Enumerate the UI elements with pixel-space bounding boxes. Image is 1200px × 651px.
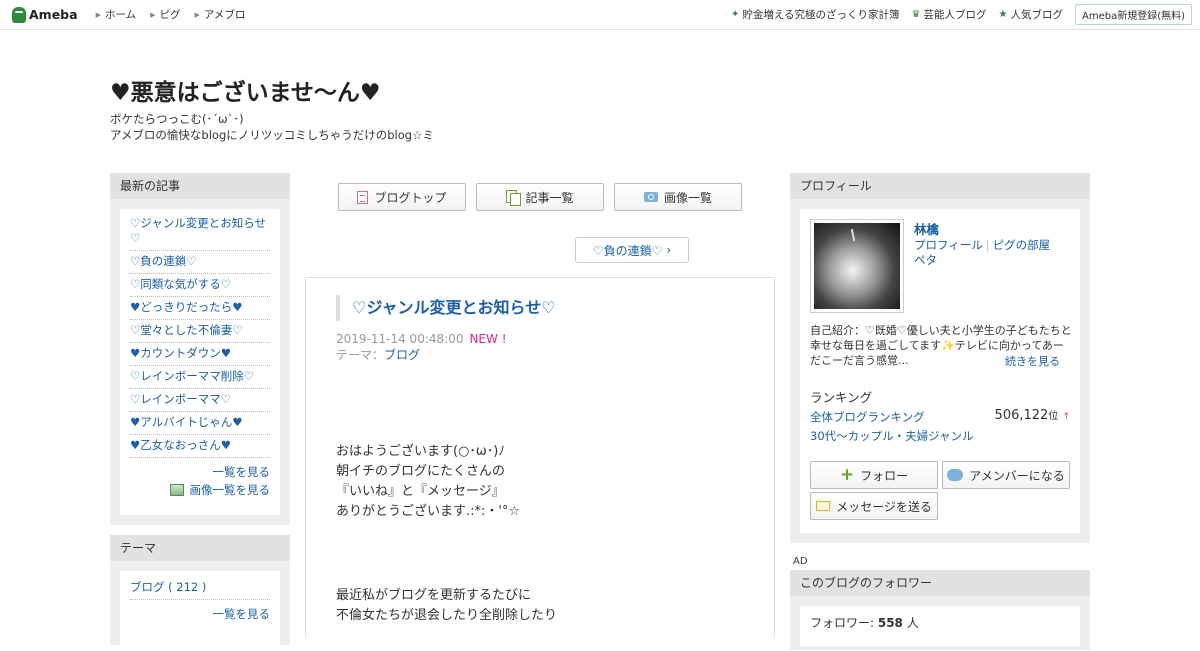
- sparkle-icon: ✦: [730, 9, 740, 20]
- profile-name[interactable]: 林檎: [914, 219, 939, 238]
- list-item: ♡レインボーママ♡: [130, 389, 270, 412]
- ameba-logo[interactable]: Ameba: [12, 6, 78, 23]
- ranking-heading: ランキング: [810, 390, 873, 405]
- theme-more-link[interactable]: 一覧を見る: [213, 607, 271, 621]
- image-list-link[interactable]: 画像一覧を見る: [190, 482, 271, 498]
- new-badge: NEW !: [469, 332, 507, 346]
- recent-entry-link[interactable]: ♥どっきりだったら♥: [130, 300, 243, 314]
- article-meta: 2019-11-14 00:48:00 NEW ! テーマ：ブログ: [336, 331, 507, 363]
- recent-entry-link[interactable]: ♡同類な気がする♡: [130, 277, 231, 291]
- global-header: Ameba ▶ ホーム ▶ ピグ ▶ アメブロ ✦ 貯金増える究極のざっくり家計簿 ♛ 芸…: [0, 0, 1200, 30]
- amember-button[interactable]: アメンバーになる: [942, 461, 1070, 489]
- list-item: ♡レインボーママ削除♡: [130, 366, 270, 389]
- overall-ranking-link[interactable]: 全体ブログランキング: [810, 410, 925, 424]
- recent-more-link[interactable]: 一覧を見る: [213, 465, 271, 479]
- recent-entries-box: 最新の記事 ♡ジャンル変更とお知らせ♡ ♡負の連鎖♡ ♡同類な気がする♡ ♥どっ…: [110, 173, 290, 525]
- camera-icon: [643, 192, 658, 202]
- overall-ranking-value: 506,122位 ↑: [994, 408, 1070, 423]
- article-title[interactable]: ♡ジャンル変更とお知らせ♡: [352, 298, 556, 317]
- list-item: ♥乙女なおっさん♥: [130, 435, 270, 458]
- theme-heading: テーマ: [110, 535, 290, 561]
- recent-entry-link[interactable]: ♡レインボーママ♡: [130, 392, 231, 406]
- blog-description: ボケたらつっこむ(･´ω`･) アメブロの愉快なblogにノリツッコミしちゃうだ…: [110, 112, 434, 142]
- recent-entry-link[interactable]: ♥カウントダウン♥: [130, 346, 231, 360]
- triangle-right-icon: ▶: [150, 10, 156, 19]
- article-theme-link[interactable]: ブログ: [384, 348, 420, 362]
- send-message-button[interactable]: メッセージを送る: [810, 492, 938, 520]
- speech-bubble-icon: [947, 469, 964, 481]
- plus-icon: +: [839, 464, 855, 485]
- document-icon: [357, 190, 369, 204]
- article-theme-label: テーマ：: [336, 348, 385, 362]
- followers-box: このブログのフォロワー フォロワー: 558 人: [790, 570, 1090, 650]
- recent-entries-heading: 最新の記事: [110, 173, 290, 199]
- blog-nav-buttons: ブログトップ 記事一覧 画像一覧: [338, 183, 742, 211]
- arrow-up-icon: ↑: [1062, 412, 1070, 422]
- peta-link[interactable]: ペタ: [914, 253, 937, 267]
- avatar-image: [814, 223, 900, 309]
- intro-more-link[interactable]: 続きを見る: [1005, 353, 1060, 369]
- list-item: ♡堂々とした不倫妻♡: [130, 320, 270, 343]
- image-list-button[interactable]: 画像一覧: [614, 183, 742, 211]
- entry-list-button[interactable]: 記事一覧: [476, 183, 604, 211]
- copy-icon: [506, 190, 522, 206]
- list-item: ♡同類な気がする♡: [130, 274, 270, 297]
- list-item: ♡負の連鎖♡: [130, 251, 270, 274]
- ameba-logo-icon: [12, 6, 26, 23]
- recent-entries-list: ♡ジャンル変更とお知らせ♡ ♡負の連鎖♡ ♡同類な気がする♡ ♥どっきりだったら…: [130, 213, 270, 458]
- list-item: ♥カウントダウン♥: [130, 343, 270, 366]
- profile-heading: プロフィール: [790, 173, 1090, 199]
- blog-top-button[interactable]: ブログトップ: [338, 183, 466, 211]
- nav-ameblo[interactable]: ▶ アメブロ: [195, 7, 246, 22]
- link-kakeibo[interactable]: ✦ 貯金増える究極のざっくり家計簿: [731, 7, 900, 22]
- article-body: おはようございます(○･ω･)ﾉ 朝イチのブログにたくさんの 『いいね』と『メッ…: [336, 444, 558, 623]
- pig-room-link[interactable]: ピグの部屋: [993, 238, 1051, 252]
- register-button[interactable]: Ameba新規登録(無料): [1074, 4, 1192, 25]
- recent-entry-link[interactable]: ♡レインボーママ削除♡: [130, 369, 254, 383]
- triangle-right-icon: ▶: [194, 10, 200, 19]
- profile-box: プロフィール 林檎 プロフィール | ピグの部屋 ペタ 自己紹介：♡既婚♡優しい夫と…: [790, 173, 1090, 543]
- avatar[interactable]: [810, 219, 904, 313]
- follow-button[interactable]: + フォロー: [810, 461, 938, 489]
- nav-home[interactable]: ▶ ホーム: [96, 7, 137, 22]
- link-celebrity-blog[interactable]: ♛ 芸能人ブログ: [912, 7, 987, 22]
- previous-entry-button[interactable]: ♡負の連鎖♡ ›: [575, 237, 689, 263]
- ameba-logo-text: Ameba: [29, 7, 78, 22]
- list-item: ♥どっきりだったら♥: [130, 297, 270, 320]
- nav-pig[interactable]: ▶ ピグ: [150, 7, 180, 22]
- followers-heading: このブログのフォロワー: [790, 570, 1090, 596]
- article-date: 2019-11-14 00:48:00: [336, 332, 464, 346]
- link-popular-blog[interactable]: ★ 人気ブログ: [999, 7, 1063, 22]
- theme-box: テーマ ブログ ( 212 ) 一覧を見る: [110, 535, 290, 651]
- triangle-right-icon: ▶: [95, 10, 101, 19]
- header-links: ✦ 貯金増える究極のざっくり家計簿 ♛ 芸能人ブログ ★ 人気ブログ Ameba新規登…: [731, 4, 1192, 25]
- article: ♡ジャンル変更とお知らせ♡ 2019-11-14 00:48:00 NEW ! テ…: [305, 277, 775, 637]
- profile-link[interactable]: プロフィール: [914, 238, 983, 252]
- list-item: ♡ジャンル変更とお知らせ♡: [130, 213, 270, 251]
- recent-entry-link[interactable]: ♡ジャンル変更とお知らせ♡: [130, 216, 266, 245]
- followers-count: 558: [877, 616, 903, 630]
- genre-ranking-link[interactable]: 30代〜カップル・夫婦ジャンル: [810, 429, 974, 443]
- recent-entry-link[interactable]: ♡負の連鎖♡: [130, 254, 197, 268]
- crown-icon: ♛: [911, 9, 921, 20]
- followers-label: フォロワー:: [810, 616, 878, 630]
- recent-entry-link[interactable]: ♥乙女なおっさん♥: [130, 438, 231, 452]
- recent-entry-link[interactable]: ♡堂々とした不倫妻♡: [130, 323, 243, 337]
- ad-label: AD: [793, 556, 808, 567]
- global-nav: ▶ ホーム ▶ ピグ ▶ アメブロ: [96, 7, 246, 22]
- image-list-icon: [169, 484, 184, 496]
- star-icon: ★: [998, 9, 1008, 20]
- blog-title[interactable]: ♥悪意はございませ～ん♥: [110, 73, 381, 107]
- chevron-right-icon: ›: [666, 243, 672, 257]
- theme-blog-link[interactable]: ブログ ( 212 ): [130, 580, 206, 594]
- recent-entry-link[interactable]: ♥アルバイトじゃん♥: [130, 415, 243, 429]
- list-item: ♥アルバイトじゃん♥: [130, 412, 270, 435]
- mail-icon: [816, 501, 831, 511]
